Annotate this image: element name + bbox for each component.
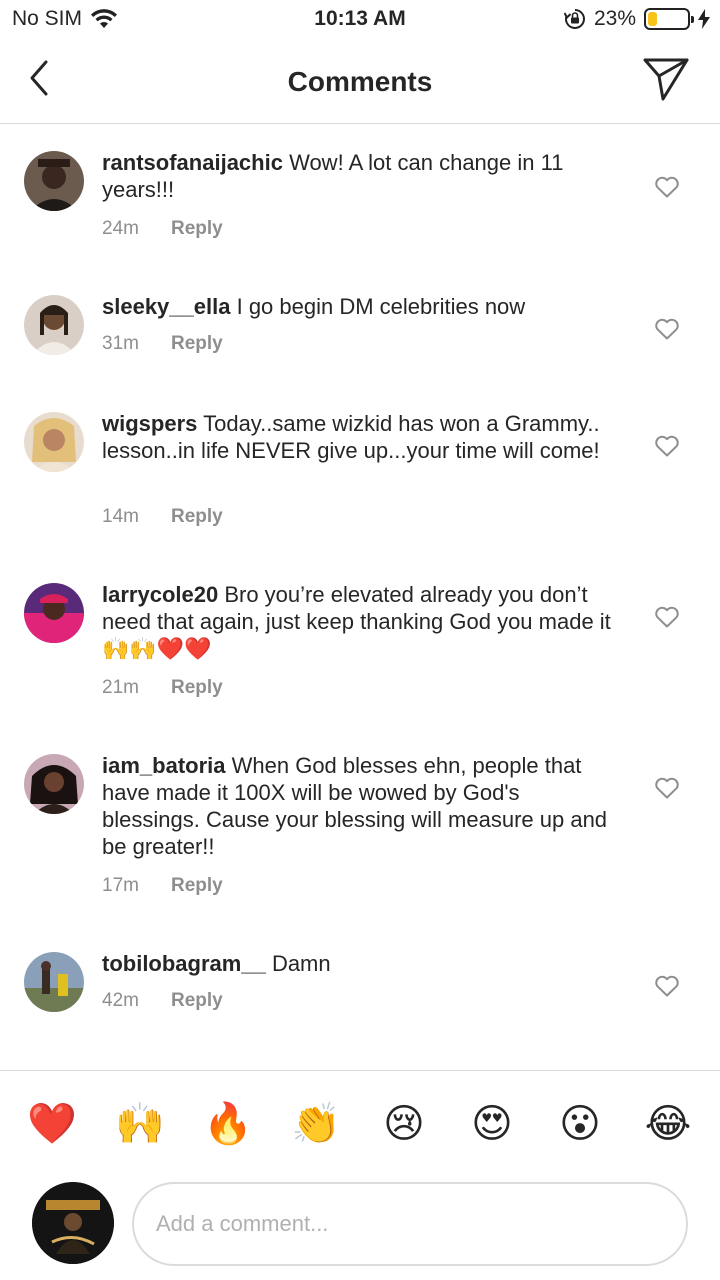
avatar[interactable] [24,151,84,211]
reply-button[interactable]: Reply [171,677,223,699]
send-button[interactable] [642,56,690,102]
emoji-fire-button[interactable]: 🔥 [203,1099,253,1149]
reply-button[interactable]: Reply [171,875,223,897]
comment-time: 17m [102,875,139,896]
comment-username[interactable]: wigspers [102,411,197,436]
status-bar: No SIM 10:13 AM 23% [0,0,720,40]
like-heart-icon[interactable] [654,317,680,341]
emoji-surprised-button[interactable]: 😮 [555,1099,605,1149]
like-heart-icon[interactable] [654,605,680,629]
orientation-lock-icon [563,9,585,29]
emoji-crying-button[interactable]: 😢 [379,1099,429,1149]
battery-icon [644,8,694,30]
comment-time: 42m [102,990,139,1011]
emoji-laughing-button[interactable]: 😂 [643,1099,693,1149]
comment-username[interactable]: larrycole20 [102,582,218,607]
like-heart-icon[interactable] [654,776,680,800]
like-heart-icon[interactable] [654,175,680,199]
comment-time: 31m [102,333,139,354]
avatar[interactable] [24,583,84,643]
current-user-avatar[interactable] [32,1182,114,1264]
comment-text: I go begin DM celebrities now [236,294,526,319]
comment-username[interactable]: rantsofanaijachic [102,150,283,175]
comment-time: 21m [102,677,139,698]
nav-header: Comments [0,40,720,124]
status-right: 23% [563,7,710,31]
avatar[interactable] [24,412,84,472]
reply-button[interactable]: Reply [171,990,223,1012]
comment-composer [0,1170,720,1280]
comment-username[interactable]: tobilobagram__ [102,951,266,976]
avatar[interactable] [24,754,84,814]
avatar[interactable] [24,295,84,355]
emoji-heart-button[interactable]: ❤️ [27,1099,77,1149]
comment-text: Damn [271,951,331,976]
battery-percent: 23% [593,7,636,30]
charging-bolt-icon [698,9,710,29]
page-title: Comments [287,66,433,97]
avatar[interactable] [24,952,84,1012]
comment-username[interactable]: sleeky__ella [102,294,230,319]
comment-time: 24m [102,218,139,239]
emoji-raised-hands-button[interactable]: 🙌 [115,1099,165,1149]
emoji-bar: ❤️ 🙌 🔥 👏 😢 😍 😮 😂 [0,1070,720,1170]
comment-username[interactable]: iam_batoria [102,753,226,778]
comment-time: 14m [102,506,139,527]
battery-fill [648,12,657,26]
reply-button[interactable]: Reply [171,218,223,240]
like-heart-icon[interactable] [654,434,680,458]
emoji-clap-button[interactable]: 👏 [291,1099,341,1149]
reply-button[interactable]: Reply [171,333,223,355]
reply-button[interactable]: Reply [171,506,223,528]
comment-input[interactable] [132,1182,688,1266]
like-heart-icon[interactable] [654,974,680,998]
comments-list: rantsofanaijachic Wow! A lot can change … [0,125,720,1070]
emoji-heart-eyes-button[interactable]: 😍 [467,1099,517,1149]
